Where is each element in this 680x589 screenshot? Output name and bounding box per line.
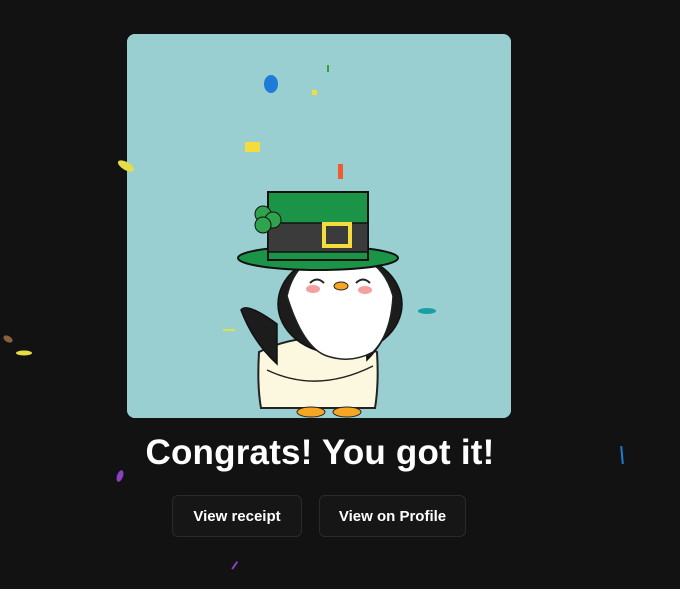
- view-on-profile-button[interactable]: View on Profile: [319, 495, 466, 537]
- success-headline: Congrats! You got it!: [145, 433, 495, 472]
- penguin-leprechaun-hat-icon: [127, 34, 511, 418]
- nft-image: [127, 34, 511, 418]
- view-receipt-button[interactable]: View receipt: [172, 495, 302, 537]
- purchase-success-screen: Congrats! You got it! View receipt View …: [0, 0, 680, 589]
